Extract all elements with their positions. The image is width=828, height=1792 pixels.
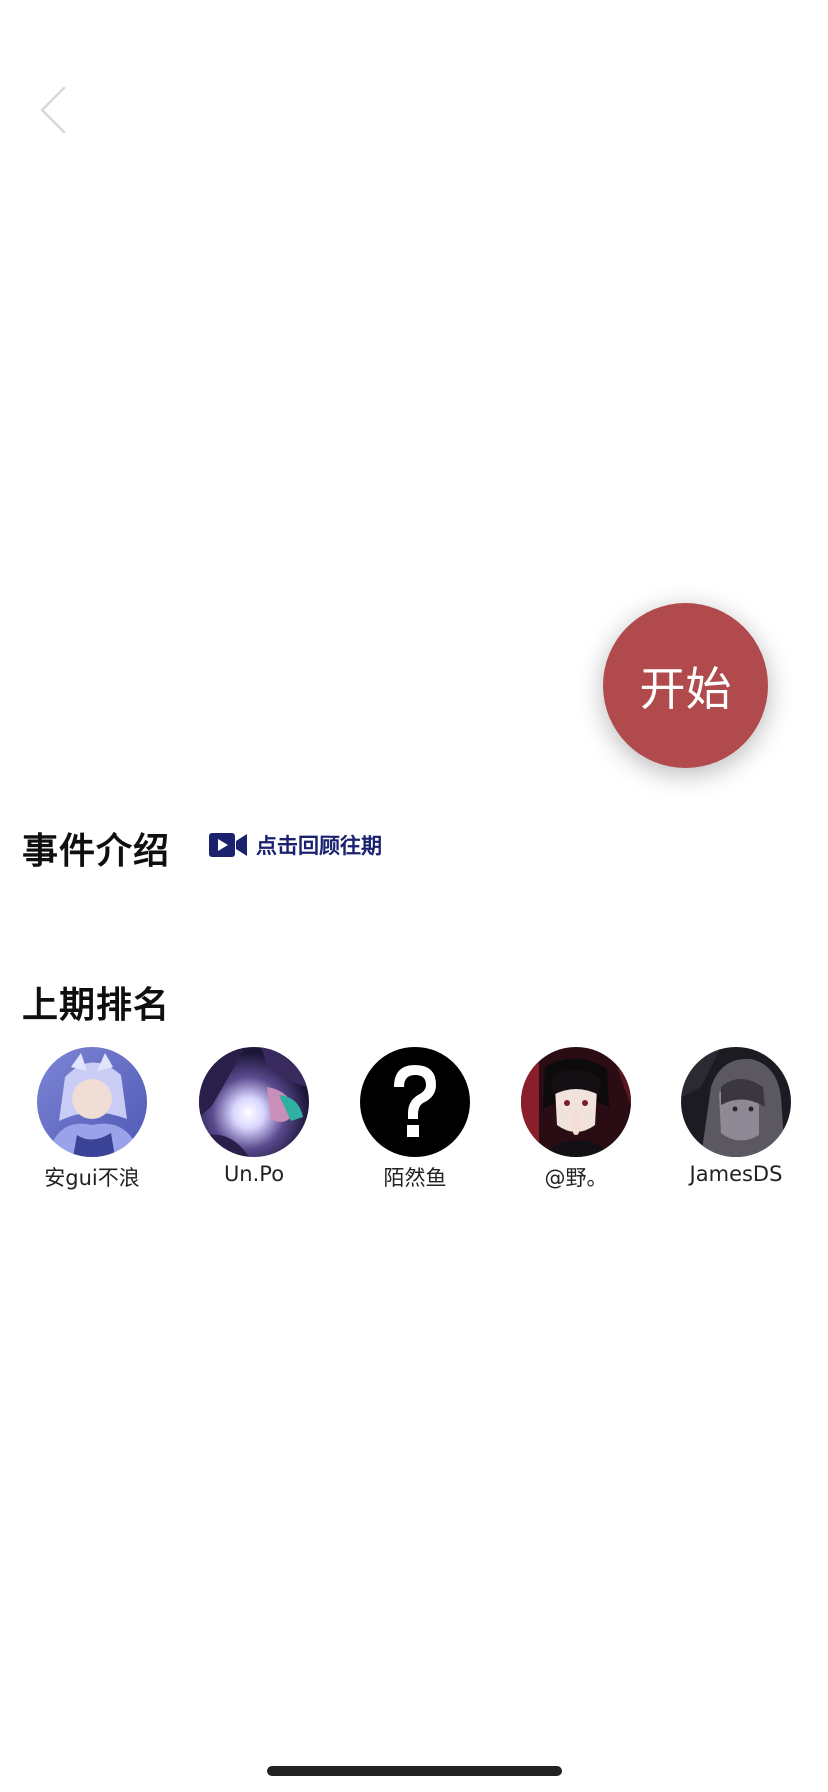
start-button[interactable]: 开始 bbox=[603, 603, 768, 768]
video-camera-icon bbox=[209, 833, 247, 857]
ranking-name: Un.Po bbox=[223, 1162, 285, 1186]
avatar bbox=[521, 1047, 631, 1157]
review-past-label: 点击回顾往期 bbox=[256, 834, 382, 858]
last-ranking-title: 上期排名 bbox=[22, 985, 171, 1026]
avatar bbox=[37, 1047, 147, 1157]
back-button[interactable] bbox=[30, 82, 78, 138]
ranking-name: @野。 bbox=[544, 1166, 608, 1190]
ranking-item[interactable]: 安gui不浪 bbox=[12, 1047, 172, 1192]
review-past-link[interactable]: 点击回顾往期 bbox=[208, 830, 382, 860]
home-indicator[interactable] bbox=[267, 1766, 562, 1776]
avatar bbox=[360, 1047, 470, 1157]
ranking-item[interactable]: 陌然鱼 bbox=[335, 1047, 495, 1192]
avatar bbox=[199, 1047, 309, 1157]
chevron-left-icon bbox=[40, 86, 66, 134]
ranking-item[interactable]: Un.Po bbox=[174, 1047, 334, 1186]
ranking-name: JamesDS bbox=[689, 1162, 783, 1186]
ranking-list: 安gui不浪 Un.Po 陌然鱼 @野。 JamesDS bbox=[0, 1047, 828, 1197]
ranking-name: 陌然鱼 bbox=[383, 1166, 447, 1190]
ranking-item[interactable]: JamesDS bbox=[656, 1047, 816, 1186]
ranking-name: 安gui不浪 bbox=[44, 1166, 140, 1190]
event-intro-title: 事件介绍 bbox=[22, 831, 171, 872]
start-button-label: 开始 bbox=[639, 661, 732, 716]
ranking-item[interactable]: @野。 bbox=[496, 1047, 656, 1192]
avatar bbox=[681, 1047, 791, 1157]
